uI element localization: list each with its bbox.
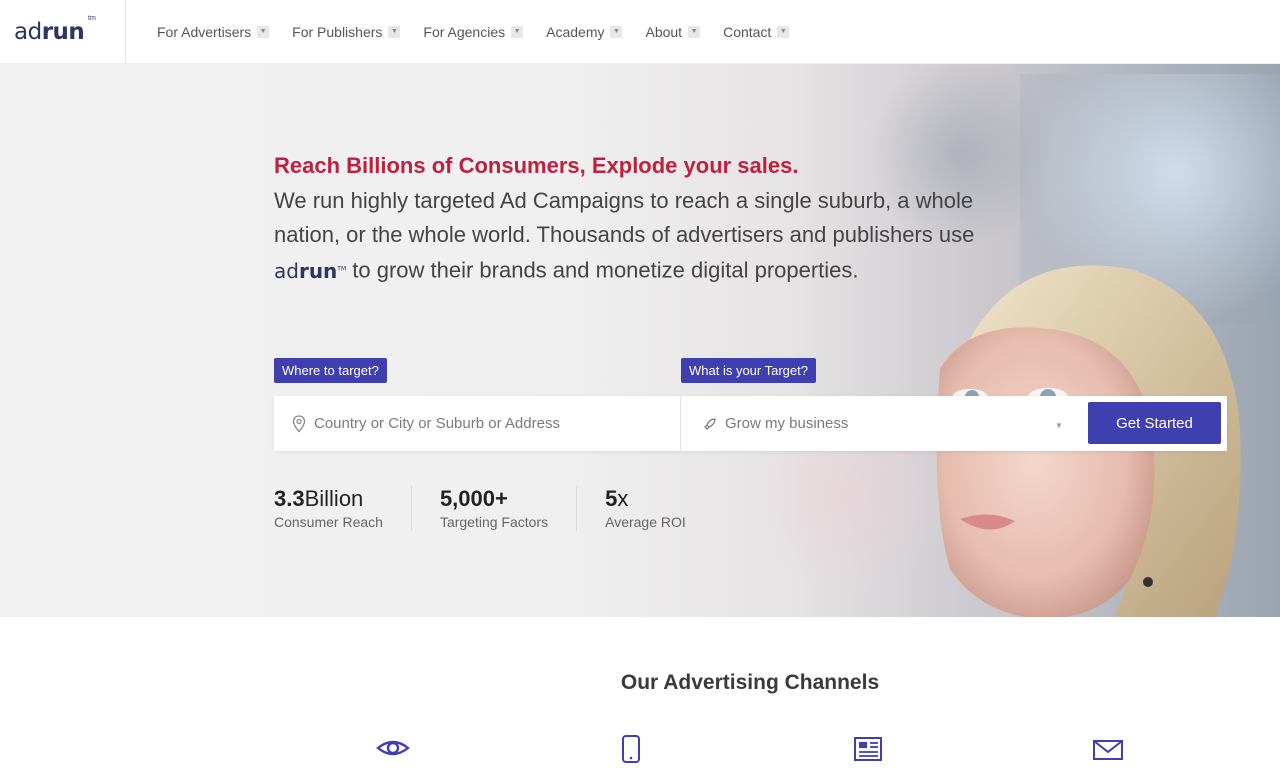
logo-trademark: tm (88, 14, 96, 22)
nav-label: For Advertisers (157, 23, 252, 40)
chevron-down-icon: ▼ (688, 25, 701, 38)
stat-value: 3.3Billion (274, 486, 364, 511)
nav-for-advertisers[interactable]: For Advertisers ▼ (157, 23, 270, 40)
chevron-down-icon: ▼ (511, 25, 524, 38)
chevron-down-icon: ▼ (1055, 421, 1063, 430)
nav-academy[interactable]: Academy ▼ (546, 23, 623, 40)
chevron-down-icon: ▼ (257, 25, 270, 38)
rocket-icon (704, 417, 716, 430)
what-is-your-target-label: What is your Target? (681, 358, 816, 383)
main-nav: For Advertisers ▼ For Publishers ▼ For Age… (157, 24, 812, 40)
hero-headline: Reach Billions of Consumers, Explode you… (274, 153, 799, 178)
advertising-channels-heading: Our Advertising Channels (620, 671, 880, 694)
eye-icon[interactable] (376, 735, 410, 763)
location-input[interactable]: Country or City or Suburb or Address (274, 396, 681, 451)
hero-desc-part2: to grow their brands and monetize digita… (346, 257, 859, 283)
location-placeholder: Country or City or Suburb or Address (314, 415, 560, 432)
adrun-logo[interactable]: adrun tm (0, 0, 126, 64)
inline-adrun-logo: adrunTM (274, 258, 347, 283)
stat-label: Targeting Factors (439, 514, 549, 530)
stat-value: 5x (605, 486, 629, 511)
stat-consumer-reach: 3.3Billion Consumer Reach (274, 486, 412, 531)
hero-description: We run highly targeted Ad Campaigns to r… (274, 184, 1014, 288)
chevron-down-icon: ▼ (388, 25, 401, 38)
stat-label: Average ROI (605, 514, 686, 530)
hero-desc-part1: We run highly targeted Ad Campaigns to r… (274, 188, 975, 247)
target-select[interactable]: Grow my business ▼ Get Started (681, 396, 1227, 451)
nav-for-agencies[interactable]: For Agencies ▼ (423, 23, 524, 40)
chevron-down-icon: ▼ (777, 25, 790, 38)
get-started-button[interactable]: Get Started (1088, 402, 1221, 444)
nav-about[interactable]: About ▼ (645, 23, 701, 40)
where-to-target-label: Where to target? (274, 358, 387, 383)
site-header: adrun tm For Advertisers ▼ For Publishers… (0, 0, 1280, 64)
nav-label: About (645, 23, 683, 40)
nav-label: Academy (546, 23, 605, 40)
stat-label: Consumer Reach (274, 514, 383, 530)
target-selected-value: Grow my business (725, 415, 849, 432)
mobile-icon[interactable] (614, 735, 648, 763)
target-search-form: Country or City or Suburb or Address Gro… (274, 396, 1227, 451)
stat-value: 5,000+ (439, 486, 508, 511)
nav-label: For Agencies (423, 23, 506, 40)
stat-average-roi: 5x Average ROI (605, 486, 714, 531)
chevron-down-icon: ▼ (610, 25, 623, 38)
newspaper-icon[interactable] (852, 735, 886, 763)
nav-contact[interactable]: Contact ▼ (723, 23, 790, 40)
nav-label: Contact (723, 23, 772, 40)
nav-label: For Publishers (292, 23, 383, 40)
logo-text: adrun (14, 18, 85, 45)
map-pin-icon (292, 414, 306, 432)
stat-targeting-factors: 5,000+ Targeting Factors (439, 486, 578, 531)
nav-for-publishers[interactable]: For Publishers ▼ (292, 23, 401, 40)
stats-row: 3.3Billion Consumer Reach 5,000+ Targeti… (274, 486, 742, 531)
envelope-icon[interactable] (1091, 735, 1125, 763)
hero-section: Reach Billions of Consumers, Explode you… (0, 64, 1280, 617)
